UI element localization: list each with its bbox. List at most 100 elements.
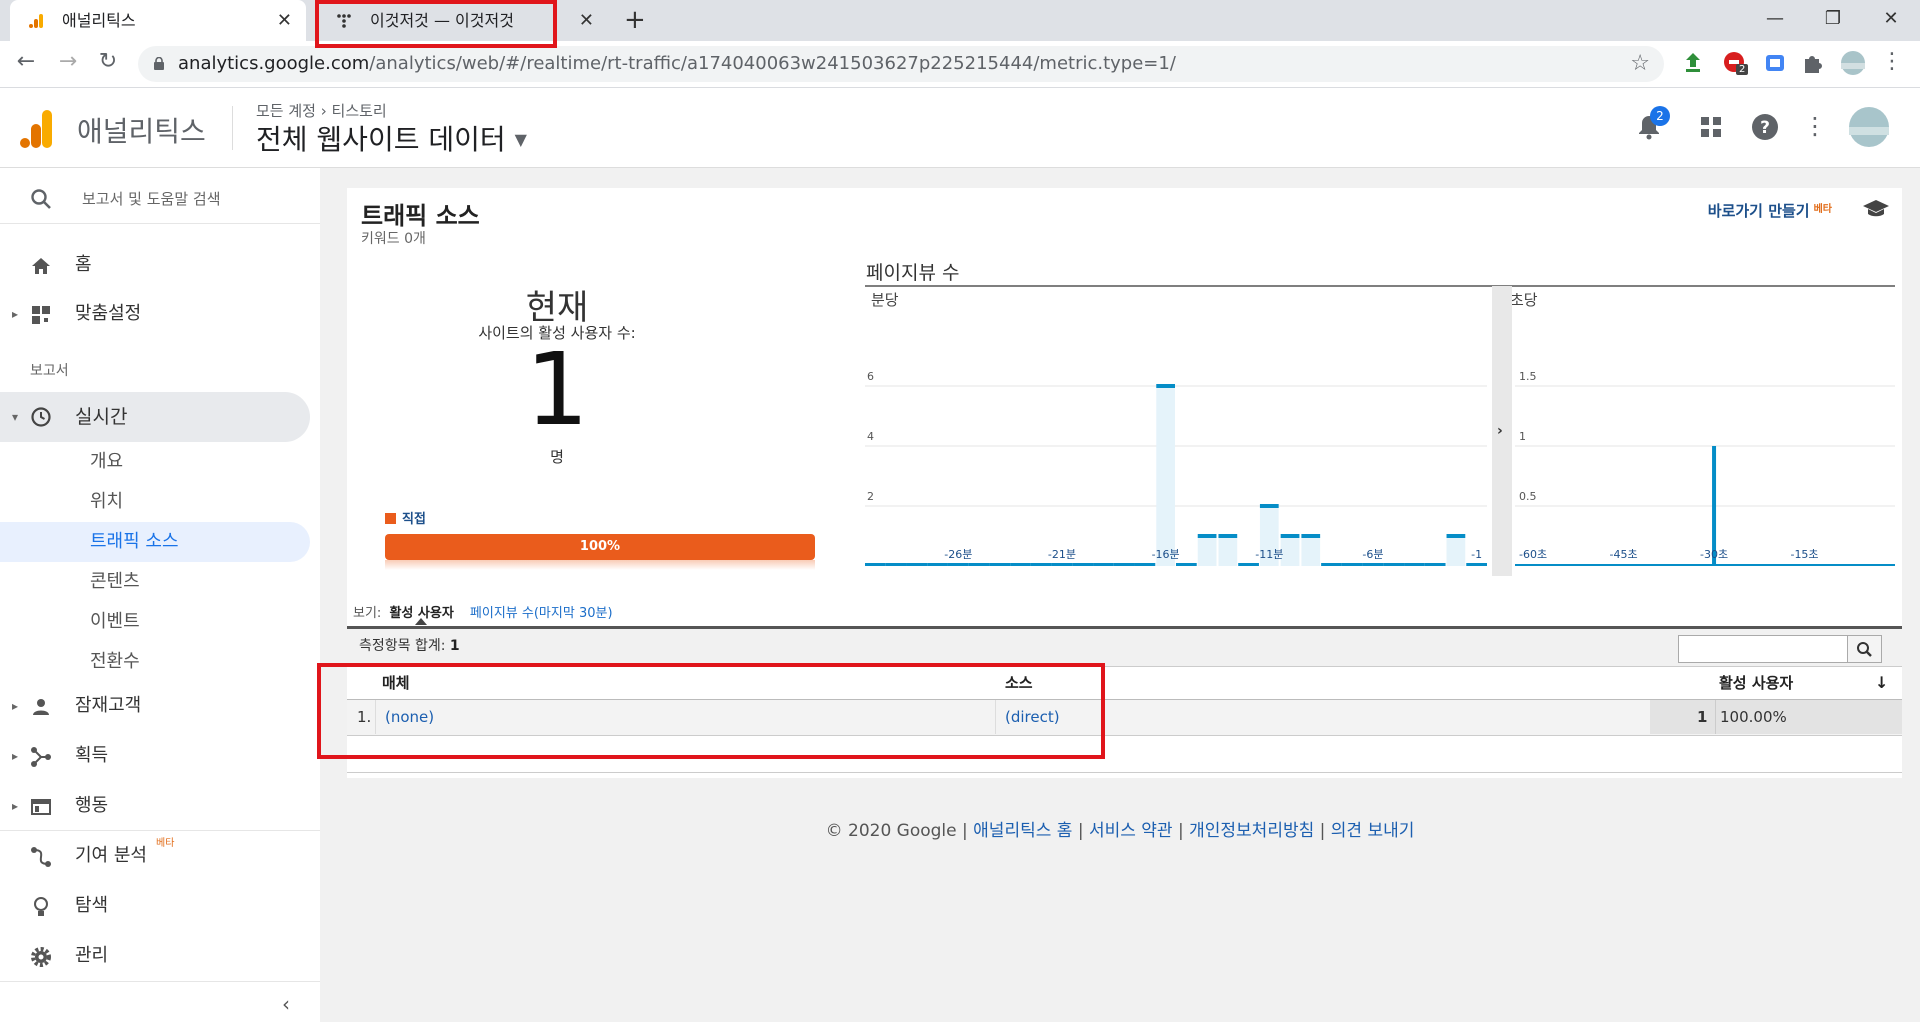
tab-close-icon[interactable]: ✕ — [277, 0, 292, 41]
sidebar-sub-conversions[interactable]: 전환수 — [90, 642, 140, 682]
clock-icon — [31, 407, 51, 427]
sidebar-item-realtime[interactable]: ▾ 실시간 — [0, 392, 310, 442]
extensions-puzzle-icon[interactable] — [1799, 50, 1825, 76]
footer-link-feedback[interactable]: 의견 보내기 — [1331, 821, 1415, 841]
beta-badge: 베타 — [1813, 204, 1832, 215]
bar-zero — [1176, 563, 1197, 566]
reload-icon[interactable]: ↻ — [92, 49, 124, 74]
back-icon[interactable]: ← — [10, 49, 42, 74]
bar-zero — [1051, 563, 1073, 566]
tab-analytics[interactable]: 애널리틱스 ✕ — [10, 0, 306, 41]
bar-zero — [1383, 563, 1405, 566]
account-avatar-icon[interactable] — [1848, 106, 1890, 148]
minute-chart: 2 4 6 -26분 -21분 -16분 -11분 -6분 -1 — [865, 370, 1487, 566]
expand-arrow-icon: ▸ — [12, 799, 19, 813]
graduation-cap-icon[interactable] — [1862, 198, 1890, 218]
sidebar-item-discover[interactable]: 탐색 — [0, 883, 310, 929]
dashboard-icon — [32, 306, 50, 324]
notifications-button[interactable]: 2 — [1634, 106, 1670, 142]
active-view-caret-icon — [415, 618, 427, 625]
column-header-active-users[interactable]: 활성 사용자 — [1719, 667, 1793, 699]
copyright: © 2020 Google — [825, 821, 957, 841]
bar-zero — [1238, 563, 1259, 566]
legend-swatch — [385, 513, 396, 524]
sidebar-item-home[interactable]: 홈 — [0, 242, 310, 288]
view-label: 보기: — [353, 606, 382, 621]
ga-header: 애널리틱스 모든 계정 › 티스토리 전체 웹사이트 데이터 ▼ 2 ? ⋮ — [0, 88, 1920, 168]
sidebar-search[interactable]: 보고서 및 도움말 검색 — [0, 174, 320, 224]
more-vert-icon[interactable]: ⋮ — [1800, 112, 1830, 142]
footer-link-analytics-home[interactable]: 애널리틱스 홈 — [973, 821, 1072, 841]
y-tick-label: 1 — [1519, 430, 1526, 443]
apps-grid-icon[interactable] — [1696, 112, 1726, 142]
x-tick-label: -26분 — [944, 548, 972, 561]
pageviews-chart: 분당 초당 2 4 6 -26분 -21분 -16분 -11분 -6분 -1 › 0.5 1 1.5… — [865, 285, 1895, 576]
bar-zero — [885, 563, 907, 566]
svg-text:?: ? — [1760, 118, 1770, 138]
section-reports-label: 보고서 — [30, 363, 69, 379]
sidebar-item-attribution[interactable]: 기여 분석 베타 — [0, 833, 310, 879]
extension-badge: 2 — [1736, 64, 1749, 75]
bar-zero — [927, 563, 948, 566]
bar-fill — [1197, 536, 1217, 566]
sidebar-item-label: 맞춤설정 — [75, 303, 142, 324]
sidebar-sub-locations[interactable]: 위치 — [90, 482, 123, 522]
new-tab-button[interactable]: + — [624, 0, 646, 41]
chrome-menu-icon[interactable]: ⋮ — [1876, 49, 1908, 74]
summary-value: 1 — [449, 638, 460, 654]
bar-cap — [1259, 504, 1279, 508]
search-icon — [1857, 642, 1872, 657]
legend-label: 직접 — [402, 512, 426, 527]
expand-arrow-icon: ▸ — [12, 307, 19, 321]
maximize-button[interactable]: ❐ — [1804, 0, 1862, 41]
behavior-icon — [31, 799, 51, 815]
sidebar-item-custom[interactable]: ▸ 맞춤설정 — [0, 291, 310, 337]
main-content: 트래픽 소스 키워드 0개 바로가기 만들기 베타 현재 사이트의 활성 사용자 … — [320, 168, 1920, 1022]
view-pageviews-link[interactable]: 페이지뷰 수(마지막 30분) — [470, 606, 613, 621]
minimize-button[interactable]: — — [1746, 0, 1804, 41]
users-value: 1 — [1697, 708, 1708, 726]
sidebar-sub-traffic-sources[interactable]: 트래픽 소스 — [90, 522, 179, 562]
tab-close-icon[interactable]: ✕ — [579, 0, 594, 41]
sidebar-item-behavior[interactable]: ▸ 행동 — [0, 783, 310, 829]
bar-cap — [1446, 534, 1466, 538]
bar-zero — [1093, 563, 1114, 566]
x-tick-label: -15초 — [1790, 548, 1818, 561]
sidebar-item-label: 행동 — [75, 795, 109, 816]
profile-avatar-icon[interactable] — [1840, 50, 1866, 76]
x-tick-label: -30초 — [1700, 548, 1728, 561]
translate-extension-icon[interactable] — [1762, 50, 1788, 76]
sidebar-sub-overview[interactable]: 개요 — [90, 442, 123, 482]
table-bottom-border — [347, 772, 1902, 773]
app-title: 애널리틱스 — [77, 115, 206, 148]
view-selector[interactable]: 전체 웹사이트 데이터 ▼ — [256, 118, 527, 158]
expand-chevron-icon[interactable]: › — [1497, 423, 1503, 439]
count-unit: 명 — [550, 448, 564, 466]
sidebar-sub-content[interactable]: 콘텐츠 — [90, 562, 140, 602]
url-input[interactable]: analytics.google.com/analytics/web/#/rea… — [138, 46, 1664, 82]
sidebar-item-label: 관리 — [75, 945, 109, 966]
table-search-button[interactable] — [1847, 636, 1881, 662]
sidebar-item-acquisition[interactable]: ▸ 획득 — [0, 733, 310, 779]
adblock-extension-icon[interactable]: 2 — [1722, 50, 1749, 76]
footer-link-terms[interactable]: 서비스 약관 — [1089, 821, 1173, 841]
sort-arrow-icon[interactable]: ↓ — [1875, 667, 1888, 699]
sidebar-item-audience[interactable]: ▸ 잠재고객 — [0, 683, 310, 729]
collapse-sidebar-icon[interactable]: ‹ — [282, 992, 290, 1016]
download-extension-icon[interactable] — [1680, 50, 1706, 76]
search-icon — [31, 189, 51, 209]
lock-icon — [154, 57, 164, 70]
table-search-input[interactable] — [1678, 635, 1882, 663]
help-icon[interactable]: ? — [1750, 112, 1780, 142]
sidebar-item-label: 홈 — [75, 254, 92, 275]
sidebar-item-admin[interactable]: 관리 — [0, 933, 310, 979]
sidebar-sub-events[interactable]: 이벤트 — [90, 602, 140, 642]
footer-link-privacy[interactable]: 개인정보처리방침 — [1189, 821, 1314, 841]
second-chart: 0.5 1 1.5 -60초 -45초 -30초 -15초 — [1515, 370, 1895, 566]
bookmark-star-icon[interactable]: ☆ — [1630, 46, 1650, 82]
bar-zero — [1134, 563, 1156, 566]
create-shortcut-link[interactable]: 바로가기 만들기 베타 — [1708, 200, 1832, 221]
window-close-button[interactable]: ✕ — [1862, 0, 1920, 41]
forward-icon[interactable]: → — [52, 49, 84, 74]
x-tick-label: -60초 — [1519, 548, 1547, 561]
